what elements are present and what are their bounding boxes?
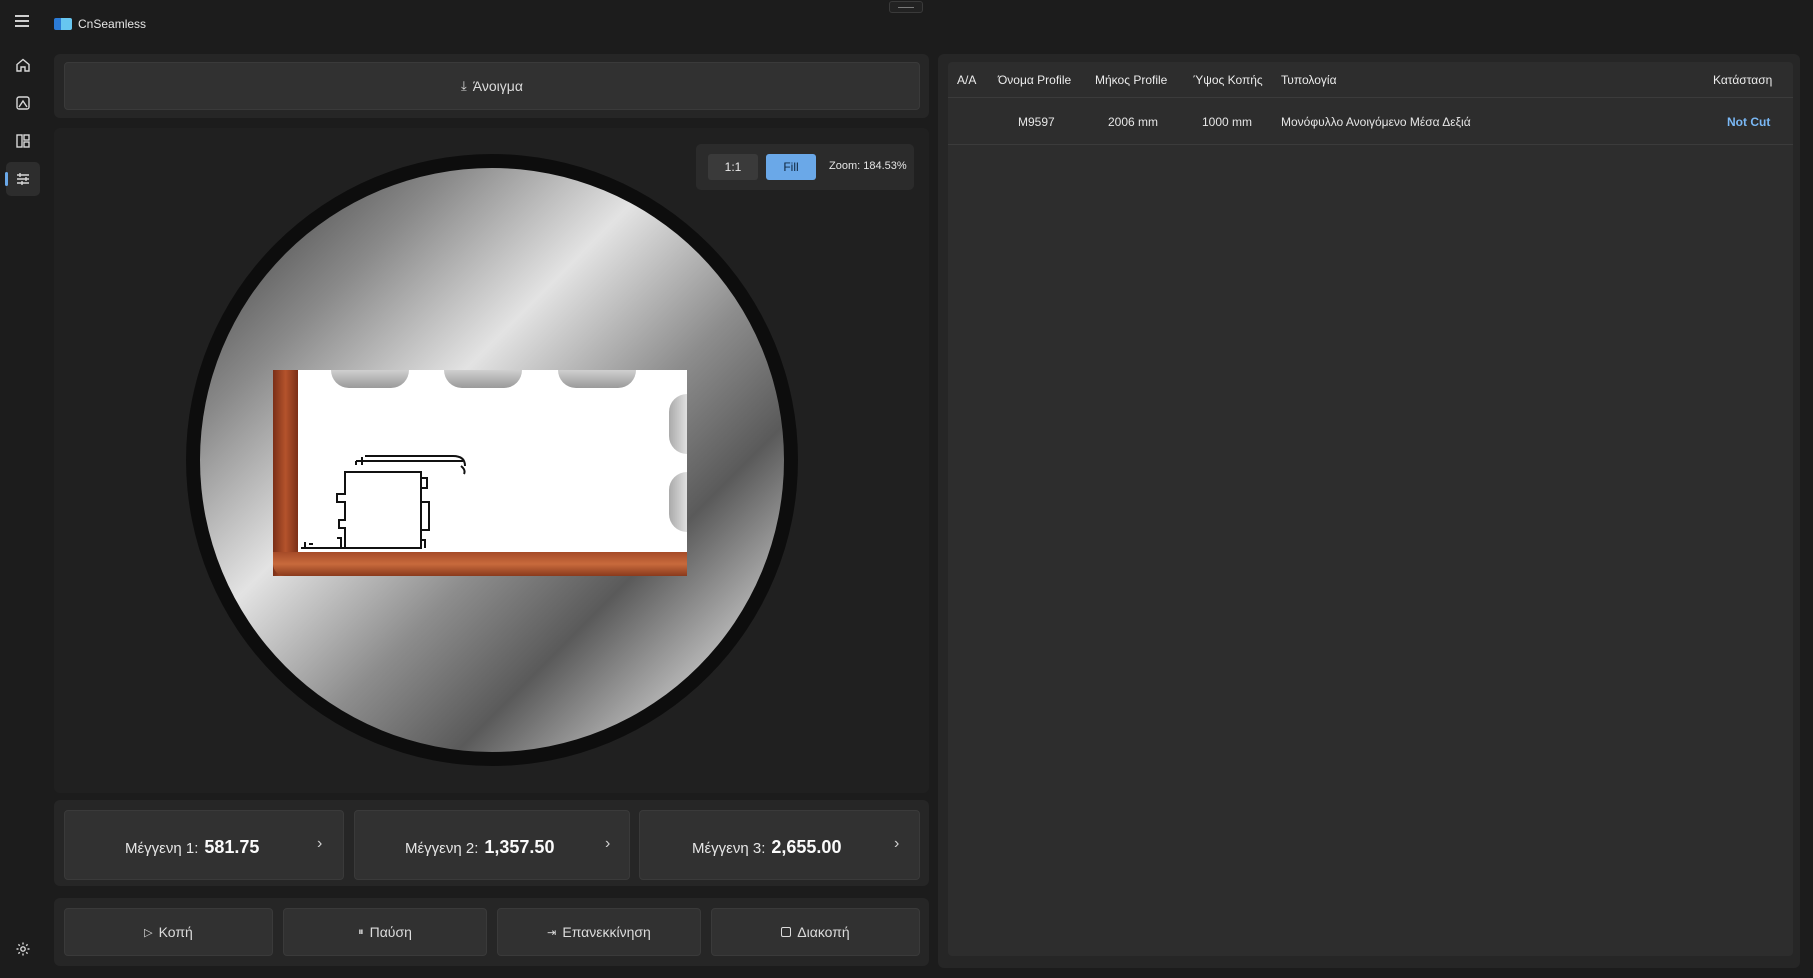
zoom-readout: Zoom: 184.53%: [829, 160, 907, 172]
column-header-profile-name[interactable]: Όνομα Profile: [998, 73, 1071, 87]
stop-button[interactable]: Διακοπή: [711, 908, 920, 956]
vise-1-label: Μέγγενη 1: 581.75: [125, 837, 259, 858]
cut-button[interactable]: ▷ Κοπή: [64, 908, 273, 956]
cutting-icon[interactable]: [5, 162, 40, 196]
menu-icon[interactable]: [12, 12, 32, 32]
vise-1-name: Μέγγενη 1:: [125, 840, 199, 857]
chevron-right-icon: ›: [894, 835, 900, 852]
vise-2-value: 1,357.50: [484, 837, 555, 857]
zoom-actual-size-button[interactable]: 1:1: [708, 154, 758, 180]
column-header-status[interactable]: Κατάσταση: [1713, 73, 1772, 87]
vise-3-label: Μέγγενη 3: 2,655.00: [692, 837, 841, 858]
cell-profile-length: 2006 mm: [1108, 115, 1159, 129]
vise-2-name: Μέγγενη 2:: [405, 840, 479, 857]
settings-icon[interactable]: [6, 932, 40, 966]
restart-button[interactable]: ⇥ Επανεκκίνηση: [497, 908, 701, 956]
home-icon[interactable]: [6, 48, 40, 82]
cell-cut-height: 1000 mm: [1202, 115, 1253, 129]
profile-cross-section: [301, 455, 466, 549]
column-header-aa[interactable]: Α/Α: [957, 73, 976, 87]
pause-button[interactable]: ⏸ Παύση: [283, 908, 487, 956]
column-header-cut-height[interactable]: Ύψος Κοπής: [1193, 73, 1263, 87]
vise-1-button[interactable]: Μέγγενη 1: 581.75 ›: [64, 810, 344, 880]
stop-icon: [781, 927, 792, 937]
column-header-typology[interactable]: Τυπολογία: [1281, 73, 1337, 87]
vise-3-name: Μέγγενη 3:: [692, 840, 766, 857]
drag-handle[interactable]: [889, 1, 923, 13]
vise-3-value: 2,655.00: [771, 837, 842, 857]
pause-icon: ⏸: [358, 925, 364, 938]
app-title: CnSeamless: [78, 17, 147, 31]
column-header-profile-length[interactable]: Μήκος Profile: [1095, 73, 1167, 87]
status-badge: Not Cut: [1727, 115, 1771, 129]
chevron-right-icon: ›: [317, 835, 323, 852]
vise-1-value: 581.75: [204, 837, 260, 857]
header-divider: [948, 97, 1793, 98]
zoom-fill-button[interactable]: Fill: [766, 154, 816, 180]
dashboard-icon[interactable]: [6, 124, 40, 158]
vise-3-button[interactable]: Μέγγενη 3: 2,655.00 ›: [639, 810, 920, 880]
download-icon: ⤓: [461, 78, 467, 93]
skip-next-icon: ⇥: [547, 926, 557, 939]
pause-button-label: Παύση: [369, 924, 412, 940]
vise-2-button[interactable]: Μέγγενη 2: 1,357.50 ›: [354, 810, 630, 880]
restart-button-label: Επανεκκίνηση: [562, 924, 651, 940]
cut-list-table: [948, 62, 1793, 956]
cut-button-label: Κοπή: [158, 924, 193, 940]
vise-2-label: Μέγγενη 2: 1,357.50: [405, 837, 554, 858]
image-icon[interactable]: [6, 86, 40, 120]
workpiece-preview: [273, 370, 687, 576]
stop-button-label: Διακοπή: [797, 924, 850, 940]
app-logo-icon: [54, 18, 72, 30]
row-divider: [948, 144, 1793, 145]
play-icon: ▷: [144, 926, 153, 939]
cell-typology: Μονόφυλλο Ανοιγόμενο Μέσα Δεξιά: [1281, 115, 1471, 129]
open-button[interactable]: ⤓ Άνοιγμα: [64, 62, 920, 110]
navigation-rail: [0, 44, 44, 978]
cell-profile-name: M9597: [1018, 115, 1055, 129]
title-bar: CnSeamless: [0, 0, 1813, 44]
chevron-right-icon: ›: [605, 835, 611, 852]
open-button-label: Άνοιγμα: [472, 78, 523, 94]
